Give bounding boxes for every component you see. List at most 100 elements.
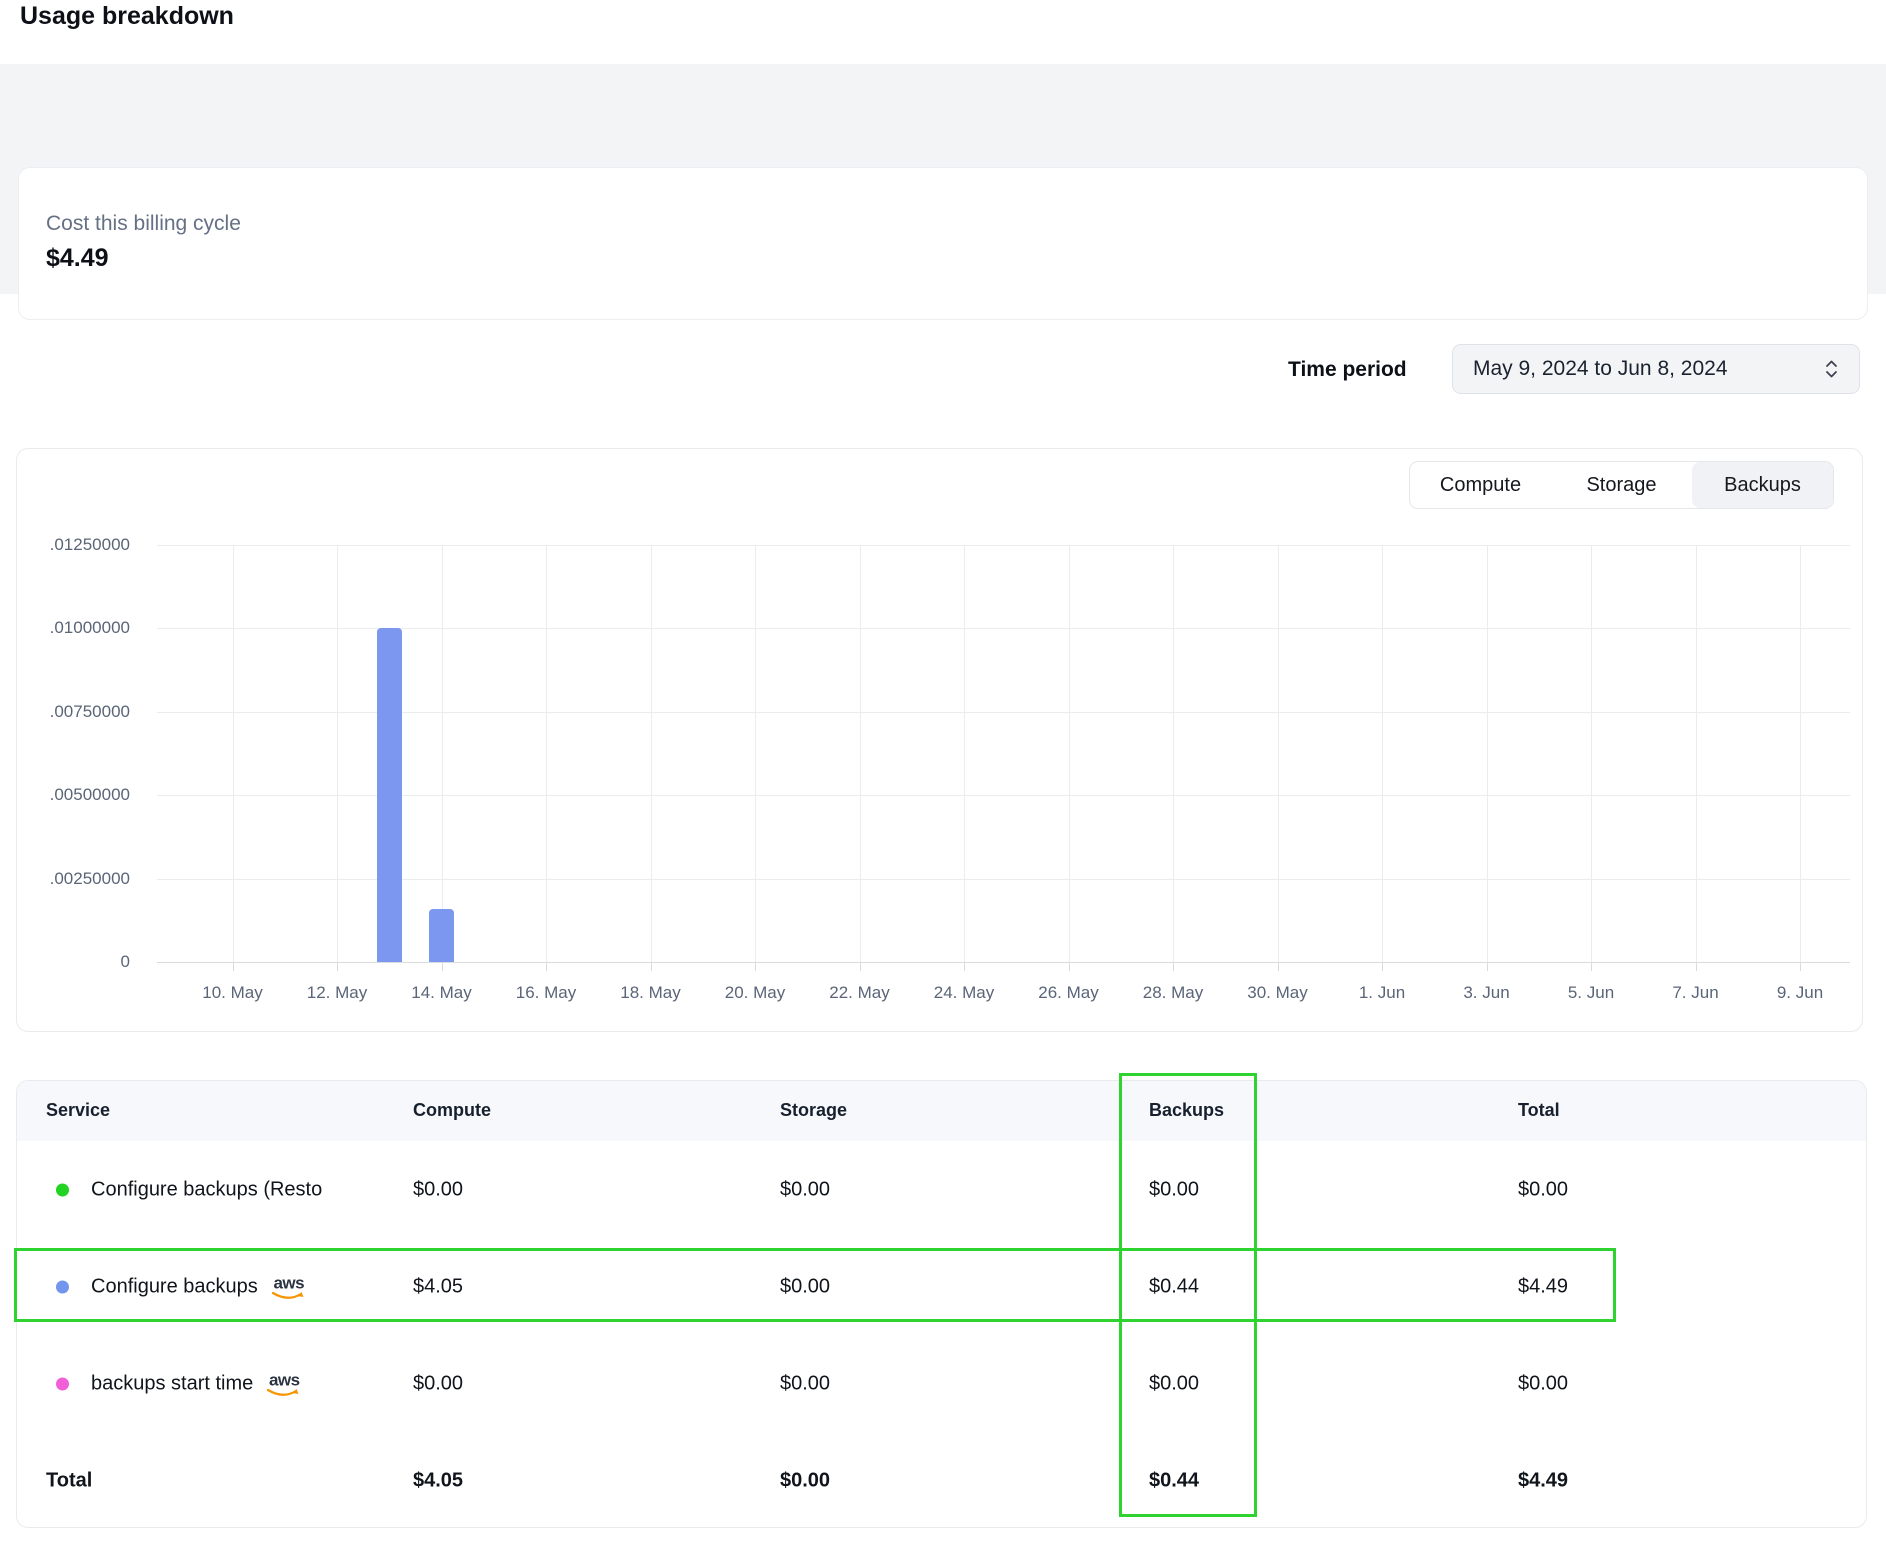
tab-compute[interactable]: Compute xyxy=(1410,462,1551,508)
chart-gridline-h xyxy=(157,795,1850,796)
billing-cycle-label: Cost this billing cycle xyxy=(46,212,241,236)
total-cell-backups: $0.44 xyxy=(1149,1469,1199,1492)
cell-storage: $0.00 xyxy=(780,1275,830,1298)
table-row[interactable]: backups start time aws $0.00 $0.00 $0.00 $0.0… xyxy=(17,1335,1866,1432)
chart-x-tick-label: 12. May xyxy=(307,983,367,1003)
chart-gridline-v xyxy=(755,545,756,962)
chart-y-tick-label: .01000000 xyxy=(10,618,130,638)
service-name-text: Configure backups xyxy=(91,1275,258,1298)
page-title: Usage breakdown xyxy=(20,2,234,31)
chart-bar-14-may[interactable] xyxy=(429,909,454,962)
column-header-storage: Storage xyxy=(780,1100,847,1121)
chart-x-tick-mark xyxy=(1382,962,1383,971)
usage-chart-card xyxy=(16,448,1863,1032)
service-color-dot xyxy=(56,1280,69,1293)
total-cell-compute: $4.05 xyxy=(413,1469,463,1492)
total-cell-storage: $0.00 xyxy=(780,1469,830,1492)
chart-y-tick-label: .00750000 xyxy=(10,702,130,722)
chart-x-tick-mark xyxy=(546,962,547,971)
column-header-total: Total xyxy=(1518,1100,1560,1121)
chart-x-tick-mark xyxy=(1591,962,1592,971)
usage-table-card: ServiceComputeStorageBackupsTotal Config… xyxy=(16,1080,1867,1528)
time-period-value: May 9, 2024 to Jun 8, 2024 xyxy=(1473,357,1824,381)
chart-gridline-v xyxy=(1591,545,1592,962)
cell-backups: $0.00 xyxy=(1149,1372,1199,1395)
chart-gridline-h xyxy=(157,628,1850,629)
time-period-select[interactable]: May 9, 2024 to Jun 8, 2024 xyxy=(1452,344,1860,394)
aws-logo-text: aws xyxy=(273,1274,304,1291)
chart-x-tick-mark xyxy=(1696,962,1697,971)
total-cell-total: $4.49 xyxy=(1518,1469,1568,1492)
billing-cycle-amount: $4.49 xyxy=(46,244,109,273)
table-row[interactable]: Configure backups (Resto $0.00 $0.00 $0.00 $… xyxy=(17,1141,1866,1238)
aws-logo-text: aws xyxy=(269,1371,300,1388)
time-period-label: Time period xyxy=(1288,358,1407,382)
table-row[interactable]: Configure backupsaws$4.05$0.00$0.44$4.49 xyxy=(17,1238,1866,1335)
billing-summary-band: Cost this billing cycle $4.49 xyxy=(0,64,1886,294)
chart-x-tick-label: 20. May xyxy=(725,983,785,1003)
chart-gridline-v xyxy=(1069,545,1070,962)
service-name: Configure backups (Resto xyxy=(91,1178,322,1201)
cell-total: $0.00 xyxy=(1518,1178,1568,1201)
billing-cycle-card: Cost this billing cycle $4.49 xyxy=(18,167,1868,320)
cell-backups: $0.00 xyxy=(1149,1178,1199,1201)
chart-gridline-v xyxy=(1800,545,1801,962)
chart-gridline-v xyxy=(442,545,443,962)
chart-x-tick-mark xyxy=(1069,962,1070,971)
chart-x-tick-label: 10. May xyxy=(202,983,262,1003)
column-header-backups: Backups xyxy=(1149,1100,1224,1121)
chart-y-tick-label: .01250000 xyxy=(10,535,130,555)
cell-compute: $4.05 xyxy=(413,1275,463,1298)
chart-gridline-h xyxy=(157,712,1850,713)
table-total-row: Total $4.05 $0.00 $0.44 $4.49 xyxy=(17,1432,1866,1529)
service-name: Configure backups aws xyxy=(91,1272,306,1301)
chart-x-tick-mark xyxy=(1800,962,1801,971)
chart-x-tick-label: 7. Jun xyxy=(1672,983,1718,1003)
chart-gridline-v xyxy=(1173,545,1174,962)
chart-y-tick-label: .00250000 xyxy=(10,869,130,889)
chart-x-tick-mark xyxy=(651,962,652,971)
chart-x-tick-label: 24. May xyxy=(934,983,994,1003)
chart-y-tick-label: 0 xyxy=(10,952,130,972)
cell-storage: $0.00 xyxy=(780,1178,830,1201)
cell-compute: $0.00 xyxy=(413,1178,463,1201)
chart-gridline-v xyxy=(1696,545,1697,962)
chart-x-tick-mark xyxy=(964,962,965,971)
tab-storage[interactable]: Storage xyxy=(1551,462,1692,508)
chart-x-tick-mark xyxy=(860,962,861,971)
cell-storage: $0.00 xyxy=(780,1372,830,1395)
service-name-text: backups start time xyxy=(91,1372,253,1395)
service-name-text: Configure backups (Resto xyxy=(91,1178,322,1201)
chart-gridline-v xyxy=(964,545,965,962)
chart-x-tick-label: 28. May xyxy=(1143,983,1203,1003)
aws-logo-icon: aws xyxy=(267,1371,301,1398)
chart-x-axis-line xyxy=(157,962,1850,963)
chart-x-tick-label: 14. May xyxy=(411,983,471,1003)
cell-total: $4.49 xyxy=(1518,1275,1568,1298)
chart-x-tick-label: 1. Jun xyxy=(1359,983,1405,1003)
tab-backups[interactable]: Backups xyxy=(1692,462,1833,508)
service-name: backups start time aws xyxy=(91,1369,301,1398)
total-label: Total xyxy=(46,1469,92,1492)
chart-x-tick-mark xyxy=(1278,962,1279,971)
cell-total: $0.00 xyxy=(1518,1372,1568,1395)
cell-compute: $0.00 xyxy=(413,1372,463,1395)
chart-x-tick-label: 18. May xyxy=(620,983,680,1003)
chart-x-tick-label: 5. Jun xyxy=(1568,983,1614,1003)
chart-x-tick-mark xyxy=(233,962,234,971)
service-color-dot xyxy=(56,1377,69,1390)
chart-y-tick-label: .00500000 xyxy=(10,785,130,805)
chart-gridline-v xyxy=(1382,545,1383,962)
chart-x-tick-mark xyxy=(337,962,338,971)
chart-x-tick-label: 3. Jun xyxy=(1463,983,1509,1003)
chart-x-tick-label: 16. May xyxy=(516,983,576,1003)
service-color-dot xyxy=(56,1183,69,1196)
chart-gridline-v xyxy=(1278,545,1279,962)
chart-metric-tabs: ComputeStorageBackups xyxy=(1409,461,1834,509)
column-header-compute: Compute xyxy=(413,1100,491,1121)
chart-bar-13-may[interactable] xyxy=(377,628,402,962)
aws-logo-icon: aws xyxy=(272,1274,306,1301)
chart-x-tick-label: 22. May xyxy=(829,983,889,1003)
chart-gridline-v xyxy=(1487,545,1488,962)
chart-x-tick-label: 26. May xyxy=(1038,983,1098,1003)
